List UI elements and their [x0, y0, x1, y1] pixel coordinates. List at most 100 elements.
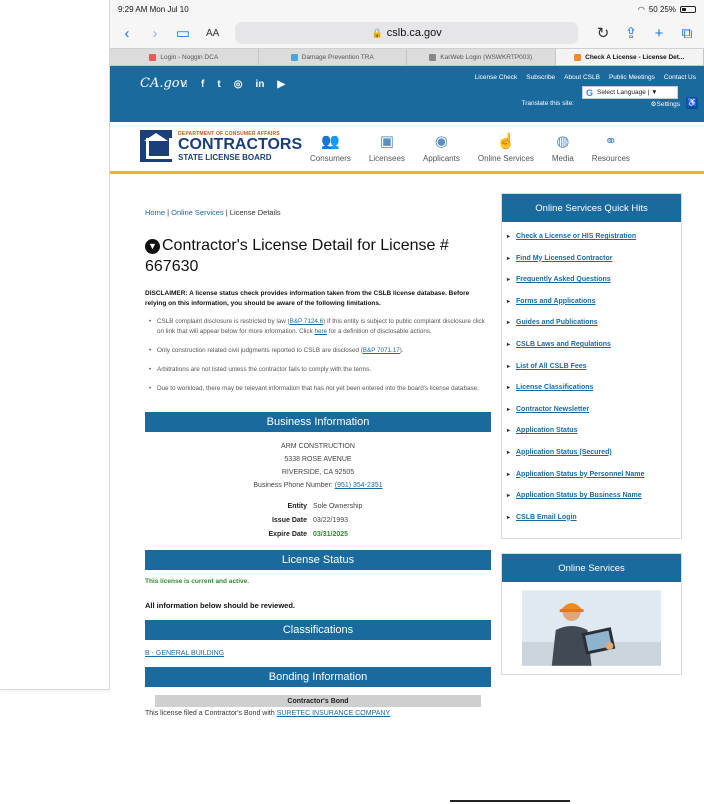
tabs-overview-icon[interactable]: ⧉ [678, 25, 696, 42]
language-select[interactable]: G Select Language | ▼ [582, 86, 678, 99]
new-tab-icon[interactable]: + [650, 25, 668, 42]
bp-7124-link[interactable]: B&P 7124.6 [290, 318, 324, 325]
quick-link-guides[interactable]: Guides and Publications [507, 318, 673, 328]
fact-entity: Entity Sole Ownership [287, 503, 363, 510]
facebook-icon[interactable]: f [201, 79, 204, 90]
online-services-panel: Online Services [501, 553, 682, 676]
links-icon: ⚭ [604, 133, 618, 150]
quick-link-app-status-secured[interactable]: Application Status (Secured) [507, 448, 673, 458]
quick-link-classifications[interactable]: License Classifications [507, 383, 673, 393]
status-bar: 9:29 AM Mon Jul 10 ◠ 50 25% [110, 0, 704, 18]
quick-link-fees[interactable]: List of All CSLB Fees [507, 362, 673, 372]
breadcrumb: Home | Online Services | License Details [145, 208, 281, 217]
accessibility-icon[interactable]: ♿ [686, 97, 698, 109]
tab-strip: Login - Noggin DCA Damage Prevention TRA… [110, 48, 704, 66]
battery-icon [680, 5, 696, 13]
nav-online-services[interactable]: ☝ Online Services [478, 132, 534, 163]
contractor-photo-illustration [522, 590, 661, 667]
quick-link-find-contractor[interactable]: Find My Licensed Contractor [507, 254, 673, 264]
status-time: 9:29 AM Mon Jul 10 [118, 4, 189, 14]
contractor-tablet-photo[interactable] [502, 582, 681, 674]
reload-icon[interactable]: ↻ [594, 24, 612, 42]
quick-link-faq[interactable]: Frequently Asked Questions [507, 275, 673, 285]
quick-link-email-login[interactable]: CSLB Email Login [507, 513, 673, 523]
ca-gov-logo[interactable]: CA.gov [140, 76, 187, 91]
status-right: ◠ 50 25% [638, 5, 696, 14]
tab-karweb[interactable]: KarWeb Login (WSWKRTP003) [407, 49, 556, 65]
phone-link[interactable]: (951) 354-2351 [335, 482, 383, 489]
address-bar[interactable]: 🔒 cslb.ca.gov [235, 22, 578, 44]
nav-media[interactable]: ◍ Media [552, 132, 574, 163]
quick-link-app-status-personnel[interactable]: Application Status by Personnel Name [507, 470, 673, 480]
social-links: ⌂ f t ◎ in ▶ [182, 79, 285, 90]
classification-link[interactable]: B - GENERAL BUILDING [145, 650, 491, 657]
tab-favicon [574, 53, 582, 61]
license-facts: Entity Sole Ownership Issue Date 03/22/199… [145, 500, 491, 542]
link-subscribe[interactable]: Subscribe [526, 74, 555, 81]
forward-icon[interactable]: › [146, 25, 164, 42]
wifi-icon: ◠ [637, 4, 645, 14]
sidebar: Online Services Quick Hits Check a Licen… [501, 193, 682, 676]
list-item: CSLB complaint disclosure is restricted … [149, 317, 491, 337]
cslb-logo-mark [140, 130, 172, 162]
back-icon[interactable]: ‹ [118, 25, 136, 42]
top-links: License Check Subscribe About CSLB Publi… [475, 74, 696, 81]
quick-link-app-status-business[interactable]: Application Status by Business Name [507, 491, 673, 501]
settings-link[interactable]: ⚙Settings [651, 100, 680, 108]
tab-check-license[interactable]: Check A License - License Det... [555, 49, 704, 65]
background-window [0, 0, 110, 690]
quick-link-app-status[interactable]: Application Status [507, 426, 673, 436]
nav-applicants[interactable]: ◉ Applicants [423, 132, 460, 163]
translate-label: Translate this site: [521, 100, 574, 107]
review-notice: All information below should be reviewed… [145, 601, 296, 610]
cslb-logo-text: DEPARTMENT OF CONSUMER AFFAIRS CONTRACTO… [178, 130, 303, 162]
lock-icon: 🔒 [371, 27, 383, 38]
link-about[interactable]: About CSLB [564, 74, 600, 81]
bp-7071-link[interactable]: B&P 7071.17 [363, 347, 400, 354]
contractors-bond-heading: Contractor's Bond [155, 695, 481, 707]
link-contact[interactable]: Contact Us [664, 74, 696, 81]
home-icon[interactable]: ⌂ [182, 79, 188, 90]
text-size-button[interactable]: AA [206, 28, 219, 39]
page-title: ▼ Contractor's License Detail for License… [145, 237, 449, 275]
id-card-icon: ▣ [379, 133, 395, 150]
tab-damage-prevention[interactable]: Damage Prevention TRA [259, 49, 407, 65]
business-information-heading: Business Information [145, 412, 491, 432]
youtube-icon[interactable]: ▶ [277, 79, 285, 90]
bonding-information-heading: Bonding Information [145, 667, 491, 687]
linkedin-icon[interactable]: in [255, 79, 264, 90]
quick-link-laws[interactable]: CSLB Laws and Regulations [507, 340, 673, 350]
link-license-check[interactable]: License Check [475, 74, 518, 81]
site-top-nav: CA.gov ⌂ f t ◎ in ▶ License Check Subscr… [110, 66, 704, 122]
list-item: Arbitrations are not listed unless the c… [149, 365, 491, 375]
surety-company-link[interactable]: SURETEC INSURANCE COMPANY [277, 710, 390, 717]
instagram-icon[interactable]: ◎ [234, 79, 243, 90]
click-icon: ☝ [496, 133, 516, 150]
nav-consumers[interactable]: 👥 Consumers [310, 132, 351, 163]
link-public-meetings[interactable]: Public Meetings [609, 74, 655, 81]
fact-issue-date: Issue Date 03/22/1993 [271, 517, 349, 524]
share-icon[interactable]: ⇪ [622, 24, 640, 42]
breadcrumb-current: License Details [229, 208, 281, 217]
list-item: Only construction related civil judgment… [149, 346, 491, 356]
cslb-logo[interactable]: DEPARTMENT OF CONSUMER AFFAIRS CONTRACTO… [140, 130, 302, 162]
classifications-heading: Classifications [145, 620, 491, 640]
main-content: Home | Online Services | License Details… [145, 208, 491, 717]
quick-link-check-license[interactable]: Check a License or HIS Registration [507, 232, 673, 242]
tab-noggin[interactable]: Login - Noggin DCA [110, 49, 259, 65]
scroll-indicator [450, 800, 570, 802]
globe-icon: ◍ [556, 133, 570, 150]
breadcrumb-home[interactable]: Home [145, 208, 165, 217]
nav-resources[interactable]: ⚭ Resources [592, 132, 630, 163]
quick-hits-list: Check a License or HIS Registration Find… [502, 222, 681, 538]
quick-link-forms[interactable]: Forms and Applications [507, 297, 673, 307]
breadcrumb-online-services[interactable]: Online Services [171, 208, 224, 217]
twitter-icon[interactable]: t [217, 79, 220, 90]
fact-expire-date: Expire Date 03/31/2025 [268, 531, 349, 538]
book-icon[interactable]: ▭ [174, 24, 192, 42]
nav-licensees[interactable]: ▣ Licensees [369, 132, 405, 163]
here-link[interactable]: here [315, 328, 328, 335]
url-text: cslb.ca.gov [386, 27, 442, 39]
limitations-list: CSLB complaint disclosure is restricted … [145, 317, 491, 394]
quick-link-newsletter[interactable]: Contractor Newsletter [507, 405, 673, 415]
